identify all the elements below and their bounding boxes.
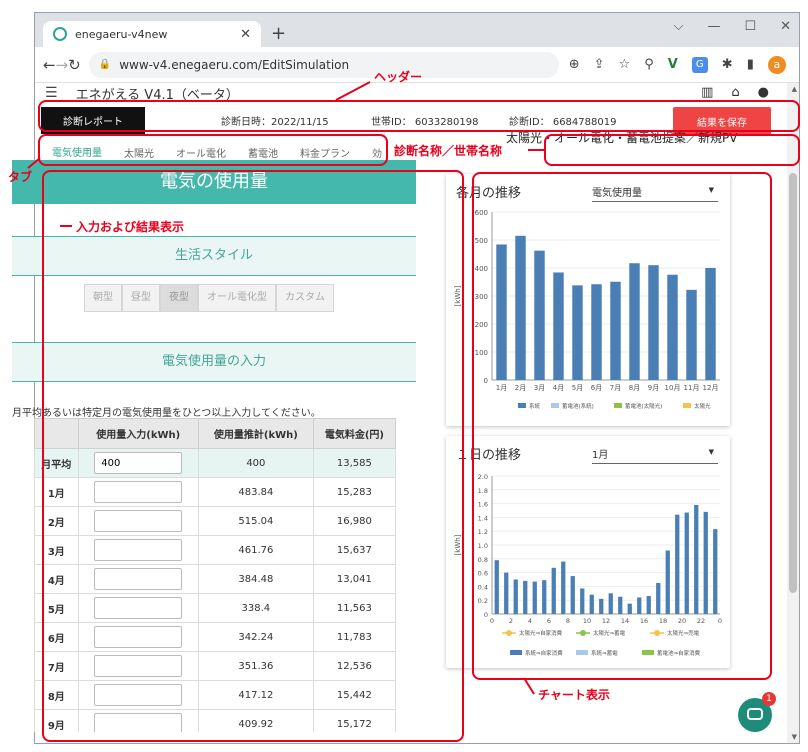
manual-book-icon[interactable]: ▥	[701, 85, 713, 100]
browser-tabstrip: enegaeru-v4new ✕ + ⌵ — ☐ ✕	[35, 13, 799, 47]
maximize-icon[interactable]: ☐	[744, 19, 756, 34]
chat-button[interactable]: 1	[738, 692, 776, 732]
new-tab-icon[interactable]: +	[271, 23, 286, 44]
name-highlight-box	[544, 134, 800, 166]
tab-highlight-box	[38, 134, 388, 166]
zoom-icon[interactable]: ⊕	[569, 57, 580, 72]
tab-annotation: タブ	[8, 170, 33, 184]
url-input[interactable]: 🔒 www-v4.enegaeru.com/EditSimulation	[88, 51, 559, 78]
scrollbar-thumb[interactable]	[789, 173, 797, 593]
input-highlight-box	[42, 170, 464, 742]
input-annotation: 入力および結果表示	[76, 220, 185, 234]
hamburger-menu-icon[interactable]: ☰	[45, 85, 58, 101]
toolbar-icons: ⊕ ⇪ ☆ ⚲ V G ✱ ▮ a ⋮	[569, 55, 799, 74]
side-panel-icon[interactable]: ▮	[747, 57, 754, 72]
close-window-icon[interactable]: ✕	[780, 19, 791, 34]
browser-tab-title: enegaeru-v4new	[75, 27, 168, 41]
scroll-down-icon[interactable]: ▼	[792, 733, 797, 741]
extensions-puzzle-icon[interactable]: ✱	[722, 57, 733, 72]
extension-v-icon[interactable]: V	[668, 57, 678, 72]
chat-bubble-icon	[747, 708, 763, 720]
translate-extension-icon[interactable]: G	[691, 56, 708, 73]
home-icon[interactable]: ⌂	[731, 85, 739, 100]
share-icon[interactable]: ⇪	[594, 57, 605, 72]
back-icon[interactable]: ←	[43, 56, 56, 74]
profile-avatar[interactable]: a	[767, 55, 786, 74]
chart-highlight-box	[472, 172, 772, 680]
favicon-icon	[53, 27, 67, 41]
header-highlight-box	[38, 100, 800, 132]
user-icon[interactable]: ●	[758, 85, 769, 100]
location-pin-icon[interactable]: ⚲	[644, 57, 654, 72]
tab-search-icon[interactable]: ⌵	[674, 19, 684, 34]
name-annotation: 診断名称／世帯名称	[394, 144, 503, 158]
scroll-up-icon[interactable]: ▲	[792, 85, 797, 93]
lock-icon: 🔒	[98, 59, 112, 70]
url-text: www-v4.enegaeru.com/EditSimulation	[119, 57, 350, 72]
reload-icon[interactable]: ↻	[68, 56, 81, 74]
chart-annotation: チャート表示	[538, 688, 610, 702]
window-controls: ⌵ — ☐ ✕	[674, 19, 791, 34]
chat-notification-badge: 1	[762, 692, 776, 706]
minimize-icon[interactable]: —	[707, 19, 720, 34]
forward-icon[interactable]: →	[56, 56, 69, 74]
bookmark-star-icon[interactable]: ☆	[619, 57, 631, 72]
app-header-icons: ▥ ⌂ ●	[701, 85, 769, 100]
close-tab-icon[interactable]: ✕	[240, 27, 251, 42]
header-annotation: ヘッダー	[374, 70, 423, 84]
browser-tab[interactable]: enegaeru-v4new ✕	[43, 21, 261, 47]
